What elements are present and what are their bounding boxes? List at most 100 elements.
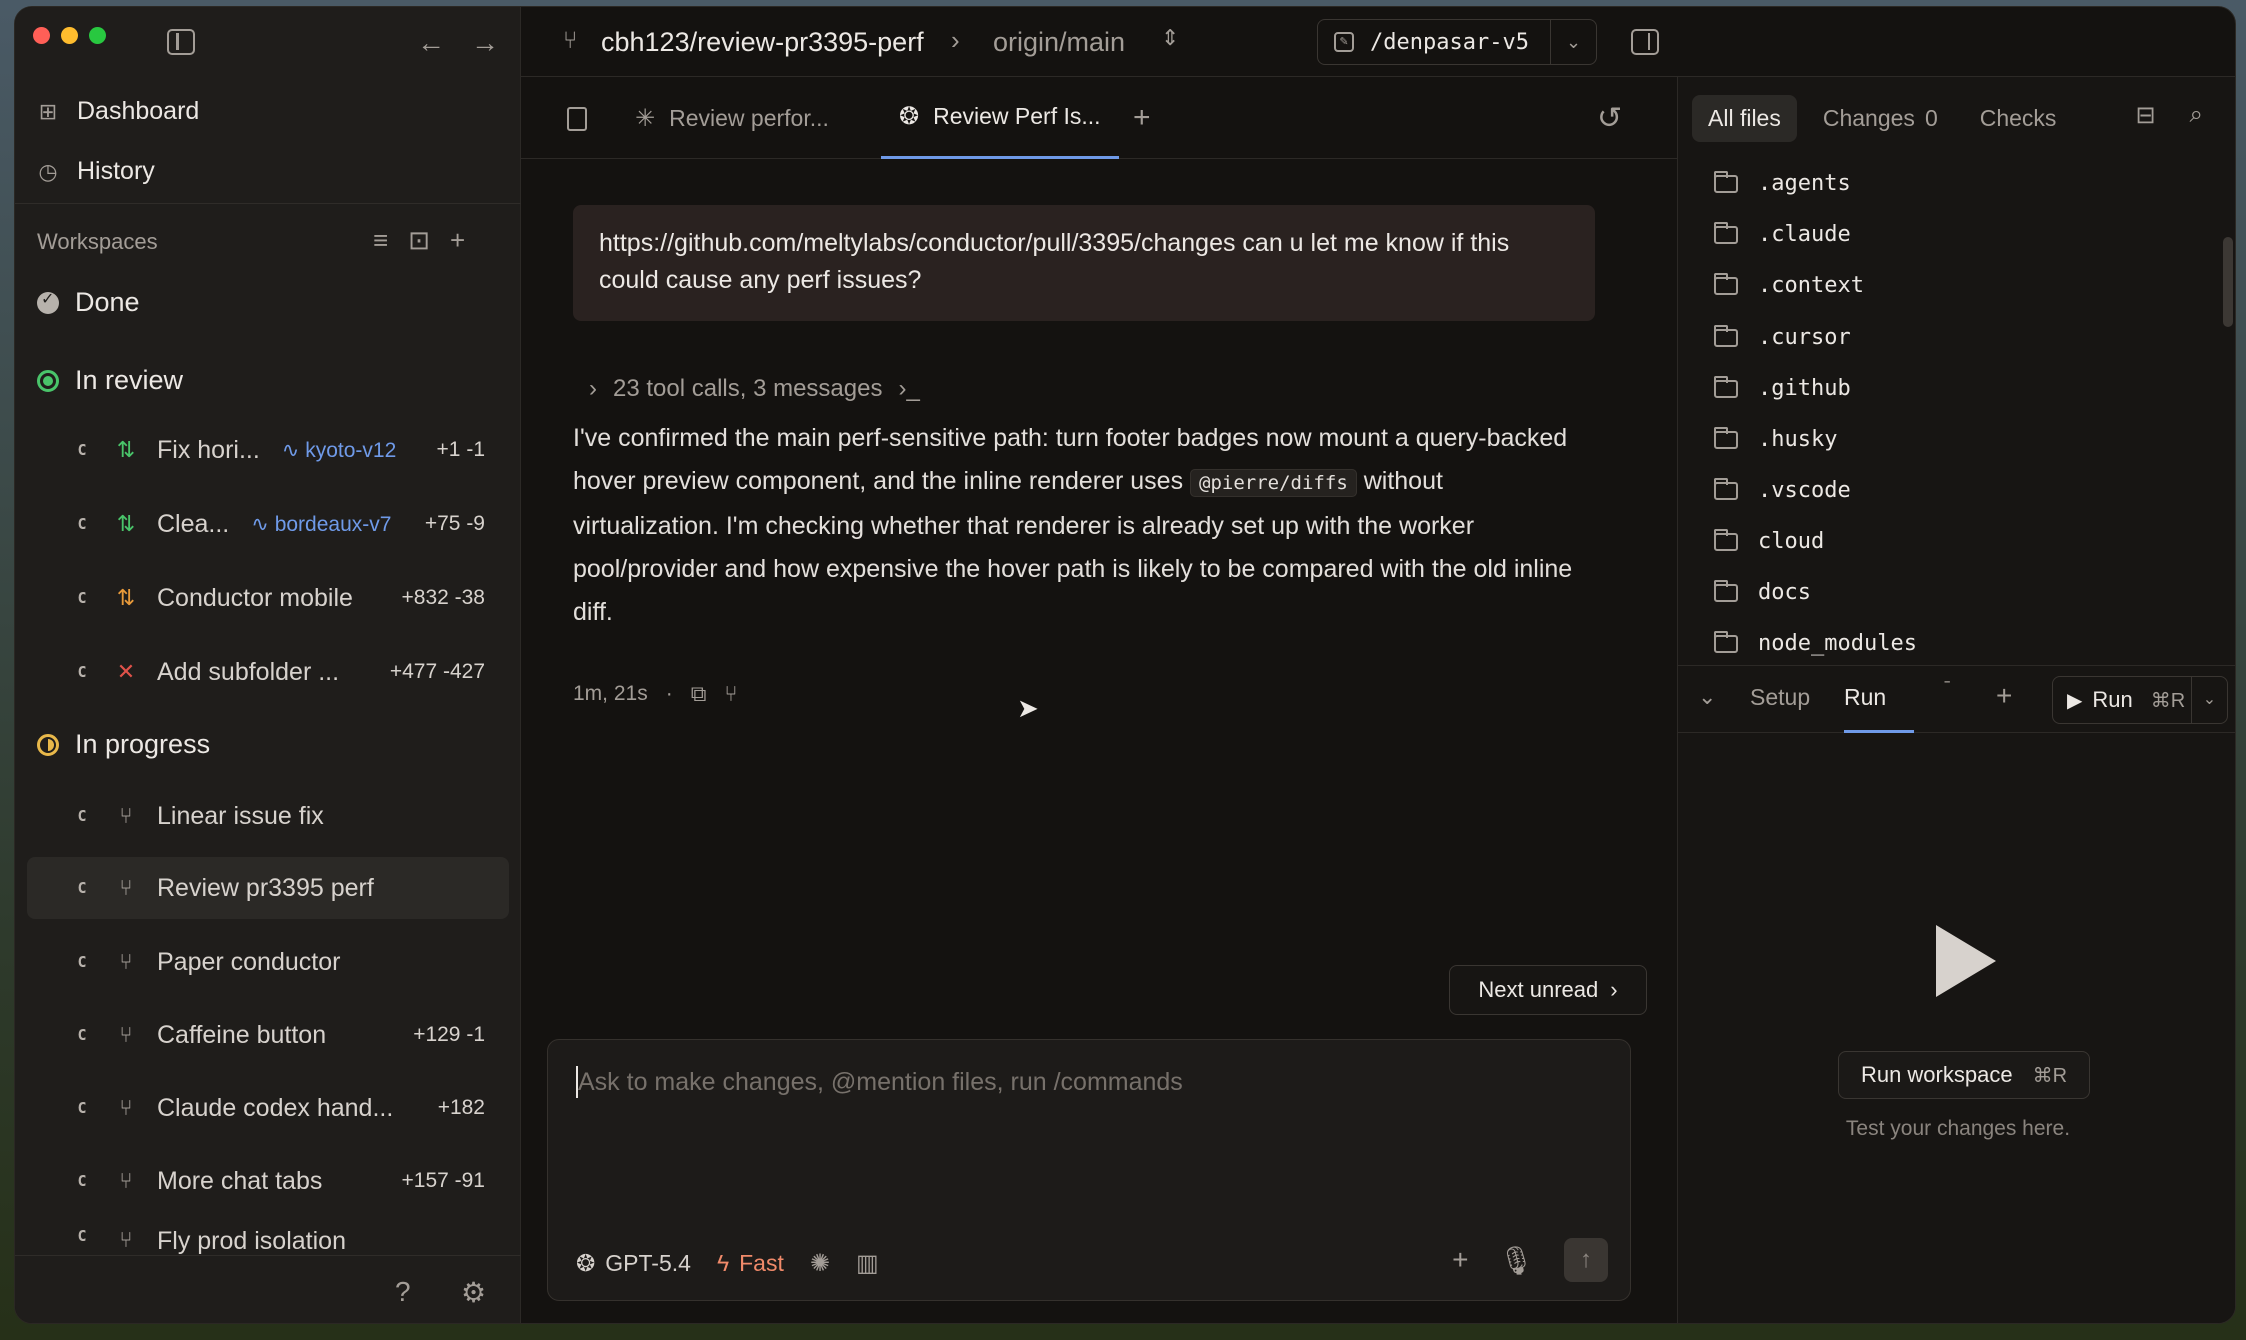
sidebar-item-label: Dashboard: [77, 97, 200, 125]
branch-icon: ⑂: [119, 1095, 133, 1120]
group-done[interactable]: Done: [37, 287, 140, 318]
tab-all-files[interactable]: All files: [1692, 94, 1797, 142]
send-button[interactable]: ↑: [1564, 1238, 1608, 1282]
group-label: In progress: [75, 729, 211, 759]
collapse-chevron-icon[interactable]: ⌄: [1698, 684, 1716, 710]
workspace-name: Conductor mobile: [157, 583, 353, 612]
chevron-right-icon: ›: [951, 25, 960, 55]
search-icon[interactable]: ⌕: [2190, 101, 2203, 130]
composer-input[interactable]: Ask to make changes, @mention files, run…: [578, 1068, 1183, 1097]
add-tab-icon[interactable]: +: [1133, 101, 1151, 135]
tool-calls-toggle[interactable]: › 23 tool calls, 3 messages ›_: [589, 375, 920, 403]
copy-icon[interactable]: ⧉: [691, 681, 707, 707]
workspace-row[interactable]: C ⇅ Clea... ∿ bordeaux-v7 +75 -9: [27, 493, 509, 555]
workspace-row[interactable]: C ⇅ Conductor mobile +832 -38: [27, 567, 509, 629]
workspace-row[interactable]: C ⑂ Claude codex hand... +182: [27, 1077, 509, 1139]
folder-icon: [1714, 170, 1738, 193]
workspace-row[interactable]: C ⇅ Fix hori... ∿ kyoto-v12 +1 -1: [27, 419, 509, 481]
claude-badge: C: [77, 1172, 87, 1190]
close-window-button[interactable]: [33, 27, 50, 44]
filter-icon[interactable]: ≡: [373, 225, 388, 256]
tree-folder[interactable]: cloud: [1714, 528, 1824, 554]
chevron-down-icon[interactable]: ⌄: [1550, 20, 1596, 64]
next-unread-label: Next unread: [1478, 977, 1599, 1002]
target-branch-selector[interactable]: origin/main: [993, 27, 1125, 58]
workspace-path-button[interactable]: ✎ /denpasar-v5 ⌄: [1317, 19, 1597, 65]
minimize-window-button[interactable]: [61, 27, 78, 44]
composer-actions: + 🎙︎ ↑: [1452, 1238, 1608, 1282]
workspace-row[interactable]: C ⑂ Caffeine button +129 -1: [27, 1004, 509, 1066]
tab-changes[interactable]: Changes 0: [1807, 95, 1954, 142]
zoom-window-button[interactable]: [89, 27, 106, 44]
notes-icon[interactable]: [567, 107, 587, 131]
tab-run[interactable]: Run: [1844, 684, 1886, 711]
add-workspace-icon[interactable]: +: [450, 225, 465, 256]
workspace-row[interactable]: C ⑂ Linear issue fix: [27, 785, 509, 847]
fork-icon[interactable]: ⑂: [724, 681, 737, 707]
message-meta: 1m, 21s · ⧉ ⑂: [573, 681, 738, 707]
terminal-tab-icon[interactable]: ˉ: [1944, 678, 1951, 701]
claude-badge: C: [77, 807, 87, 825]
history-icon[interactable]: ↺: [1597, 101, 1622, 136]
next-unread-button[interactable]: Next unread ›: [1449, 965, 1647, 1015]
tree-folder[interactable]: .github: [1714, 375, 1851, 401]
composer[interactable]: Ask to make changes, @mention files, run…: [547, 1039, 1631, 1301]
run-workspace-button[interactable]: Run workspace ⌘R: [1838, 1051, 2090, 1099]
gear-icon[interactable]: ⚙: [461, 1276, 486, 1309]
add-terminal-icon[interactable]: +: [1996, 680, 2012, 712]
chevron-down-icon[interactable]: ⌄: [2191, 677, 2227, 723]
tree-view-icon[interactable]: ⊟: [2135, 101, 2155, 130]
model-selector[interactable]: ❂ GPT-5.4: [576, 1250, 691, 1277]
help-icon[interactable]: ?: [395, 1276, 411, 1308]
pull-request-icon: ⇅: [116, 511, 136, 536]
tree-folder[interactable]: node_modules: [1714, 630, 1917, 656]
tab-setup[interactable]: Setup: [1750, 684, 1810, 711]
folder-icon: [1714, 426, 1738, 449]
tree-folder[interactable]: .husky: [1714, 426, 1837, 452]
tab-review-perf-issues[interactable]: ❂ Review Perf Is...: [881, 77, 1119, 159]
file-tree-scrollbar[interactable]: [2223, 237, 2233, 327]
linked-branch-label: kyoto-v12: [305, 438, 397, 462]
tree-folder[interactable]: docs: [1714, 579, 1811, 605]
run-button[interactable]: ▶ Run ⌘R ⌄: [2052, 676, 2228, 724]
microphone-icon[interactable]: 🎙︎: [1498, 1244, 1534, 1277]
tree-folder[interactable]: .claude: [1714, 221, 1851, 247]
folder-icon: [1714, 477, 1738, 500]
diff-stat: +182: [437, 1096, 485, 1119]
terminal-icon: ›_: [898, 375, 920, 402]
composer-options: ❂ GPT-5.4 ϟ Fast ✺ ▥: [576, 1249, 879, 1278]
folder-name: .claude: [1758, 222, 1851, 247]
brain-icon[interactable]: ✺: [810, 1249, 830, 1278]
pull-request-icon: ⇅: [116, 585, 136, 610]
tab-checks[interactable]: Checks: [1964, 95, 2073, 142]
back-arrow-icon[interactable]: ←: [417, 29, 445, 57]
group-in-progress[interactable]: In progress: [37, 729, 210, 760]
sidebar-item-dashboard[interactable]: ⊞ Dashboard: [37, 97, 200, 126]
tree-folder[interactable]: .vscode: [1714, 477, 1851, 503]
changes-count: 0: [1924, 104, 1938, 131]
diff-stat: +477 -427: [389, 660, 485, 683]
chat-tab-bar: ✳ Review perfor... ❂ Review Perf Is... +…: [521, 77, 1677, 159]
new-folder-icon[interactable]: ⊡: [408, 225, 430, 256]
sidebar-item-history[interactable]: ◷ History: [37, 157, 154, 186]
up-down-chevron-icon[interactable]: ⇕: [1161, 25, 1179, 51]
workspace-row[interactable]: C ⑂ Fly prod isolation: [27, 1223, 509, 1255]
right-panel-toggle-icon[interactable]: [1631, 29, 1659, 55]
group-in-review[interactable]: In review: [37, 365, 183, 396]
workspace-row[interactable]: C ⑂ Paper conductor: [27, 931, 509, 993]
map-icon[interactable]: ▥: [856, 1249, 879, 1278]
tree-folder[interactable]: .context: [1714, 272, 1864, 298]
attach-plus-icon[interactable]: +: [1452, 1244, 1468, 1276]
workspace-row[interactable]: C ⑂ More chat tabs +157 -91: [27, 1150, 509, 1212]
grid-icon: ⊞: [38, 98, 58, 124]
sidebar-toggle-icon[interactable]: [167, 29, 195, 55]
claude-badge: C: [77, 441, 87, 459]
workspace-row-selected[interactable]: C ⑂ Review pr3395 perf: [27, 857, 509, 919]
workspace-row[interactable]: C ✕ Add subfolder ... +477 -427: [27, 641, 509, 703]
speed-toggle[interactable]: ϟ Fast: [717, 1250, 784, 1277]
tab-review-performance[interactable]: ✳ Review perfor...: [617, 77, 847, 159]
claude-badge: C: [77, 515, 87, 533]
forward-arrow-icon[interactable]: →: [471, 29, 499, 57]
tree-folder[interactable]: .cursor: [1714, 324, 1851, 350]
tree-folder[interactable]: .agents: [1714, 170, 1851, 196]
